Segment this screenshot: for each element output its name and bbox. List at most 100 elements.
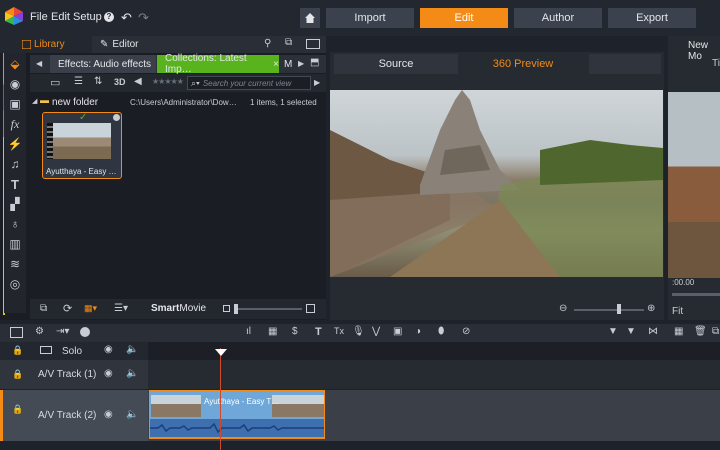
lock-icon[interactable]: 🔒 <box>12 345 23 356</box>
zoom-slider-handle[interactable] <box>617 304 621 314</box>
speaker-icon[interactable]: 🔈 <box>126 344 138 355</box>
close-tab-icon[interactable]: × <box>273 59 279 70</box>
tab-audio-effects[interactable]: Effects: Audio effects <box>50 55 156 73</box>
smartmovie-button[interactable]: SmartMovie <box>151 303 206 314</box>
grid-icon[interactable]: ▦ <box>674 326 683 337</box>
grid-view-icon[interactable]: ▦▾ <box>84 303 97 314</box>
folder-name[interactable]: new folder <box>52 97 98 108</box>
menu-edit[interactable]: Edit <box>51 11 70 23</box>
search-input[interactable]: ⌕▾ Search your current view <box>187 76 311 90</box>
mode-import-button[interactable]: Import <box>326 8 414 28</box>
add-tab-icon[interactable]: ⬒ <box>310 57 319 68</box>
zoom-in-icon[interactable]: ⊕ <box>647 303 655 314</box>
tab-360-preview[interactable]: 360 Preview <box>461 54 585 74</box>
audio-wave-icon[interactable]: ≋ <box>8 257 22 271</box>
mode-edit-button[interactable]: Edit <box>420 8 508 28</box>
tab-collections[interactable]: Collections: Latest Imp… × <box>157 53 279 75</box>
tab-source[interactable]: Source <box>334 54 458 74</box>
track-2-name[interactable]: A/V Track (2) <box>38 410 96 421</box>
record-icon[interactable] <box>80 327 90 337</box>
magnet-icon[interactable]: ⚙ <box>35 326 44 337</box>
tab-editor[interactable]: ✎ Editor <box>100 36 180 53</box>
zoom-out-icon[interactable]: ⊖ <box>559 303 567 314</box>
refresh-icon[interactable]: ⟳ <box>63 302 72 315</box>
thumbnail-size-slider[interactable] <box>234 308 302 310</box>
search-go-icon[interactable]: ▶ <box>314 78 320 87</box>
tab-blank[interactable] <box>589 54 661 74</box>
delete-icon[interactable]: 🗑 <box>694 326 707 337</box>
list-view-icon[interactable]: ☰ <box>74 76 83 87</box>
media-icon[interactable]: ▣ <box>8 97 22 111</box>
transitions-icon[interactable]: ⚡ <box>8 137 23 151</box>
marker-left-icon[interactable]: ▼ <box>608 326 618 337</box>
mode-author-button[interactable]: Author <box>514 8 602 28</box>
title-icon[interactable]: T <box>8 177 22 192</box>
fit-dropdown[interactable]: Fit <box>672 306 683 317</box>
view-3d-toggle[interactable]: 3D <box>114 77 126 87</box>
visibility-icon[interactable]: ◉ <box>104 409 113 420</box>
piano-icon[interactable]: ▥ <box>8 237 22 251</box>
mode-export-button[interactable]: Export <box>608 8 696 28</box>
color-icon[interactable]: ◑ <box>415 326 421 337</box>
slider-handle[interactable] <box>234 304 238 314</box>
lock-icon[interactable]: 🔒 <box>12 369 23 380</box>
marker-right-icon[interactable]: ▼ <box>626 326 636 337</box>
timeline-settings-icon[interactable] <box>10 327 23 338</box>
sound-effects-icon[interactable]: ♁ <box>8 217 22 231</box>
collections-icon[interactable]: ◉ <box>8 77 22 91</box>
speaker-icon[interactable]: 🔈 <box>126 409 138 420</box>
track-1-name[interactable]: A/V Track (1) <box>38 369 96 380</box>
layout-icon[interactable] <box>306 39 320 49</box>
thumb-size-large-icon[interactable] <box>306 304 315 313</box>
snap-icon[interactable]: ⋈ <box>648 326 658 337</box>
project-bin-icon[interactable]: ⬙ <box>8 57 22 71</box>
playhead-handle[interactable] <box>215 349 227 356</box>
tag-icon[interactable]: ◀ <box>134 76 142 87</box>
fx-icon[interactable]: fx <box>8 117 22 131</box>
info-icon[interactable] <box>113 114 120 121</box>
copy-icon[interactable]: ⧉ <box>40 303 47 314</box>
video-preview[interactable] <box>330 90 663 277</box>
crossfade-icon[interactable]: ⋁ <box>372 326 380 337</box>
speaker-icon[interactable]: 🔈 <box>126 368 138 379</box>
split-icon[interactable]: $ <box>292 326 298 337</box>
folder-icon[interactable]: ▭ <box>50 76 60 89</box>
duplicate-icon[interactable]: ⧉ <box>285 37 292 48</box>
more-icon[interactable]: ⧉ <box>712 326 719 337</box>
subtitle-icon[interactable]: ▦ <box>268 326 277 337</box>
edit-mode-icon[interactable]: ⇥▾ <box>56 326 69 337</box>
menu-file[interactable]: File <box>30 11 48 23</box>
media-thumbnail[interactable]: ✓ Ayutthaya - Easy … <box>42 112 122 179</box>
help-icon[interactable]: ? <box>104 12 114 22</box>
expand-arrow-icon[interactable]: ◢ <box>32 97 37 105</box>
playhead[interactable] <box>220 348 221 450</box>
mask-icon[interactable]: ⬮ <box>438 326 444 337</box>
text-tool-icon[interactable]: Tx <box>334 326 344 336</box>
visibility-icon[interactable]: ◉ <box>104 368 113 379</box>
visibility-icon[interactable]: ◉ <box>104 344 113 355</box>
timeline-clip[interactable]: Ayutthaya - Easy T… <box>149 390 325 439</box>
title-tool-icon[interactable]: T <box>315 326 322 338</box>
zoom-slider[interactable] <box>574 309 644 311</box>
redo-icon[interactable]: ↷ <box>138 10 149 26</box>
montage-icon[interactable]: ▞ <box>8 197 22 211</box>
audio-mixer-icon[interactable]: ıl <box>246 326 251 337</box>
link-icon[interactable]: ⊘ <box>462 326 470 337</box>
menu-icon[interactable]: ☰▾ <box>114 303 128 314</box>
lock-icon[interactable]: 🔒 <box>12 404 23 415</box>
pin-icon[interactable]: ⚲ <box>264 38 271 49</box>
right-preview[interactable] <box>668 92 720 278</box>
menu-setup[interactable]: Setup <box>73 11 102 23</box>
tab-scroll-right-icon[interactable]: ▶ <box>298 59 304 68</box>
music-icon[interactable]: ♫ <box>8 157 22 171</box>
home-button[interactable] <box>300 8 320 28</box>
voiceover-icon[interactable]: 🎙 <box>352 326 365 337</box>
storyboard-icon[interactable]: ▣ <box>393 326 402 337</box>
tab-scroll-left-icon[interactable]: ◀ <box>36 59 42 68</box>
tab-library[interactable]: Library <box>0 36 92 53</box>
scrub-bar[interactable] <box>672 293 720 296</box>
rating-filter[interactable]: ★★★★★ <box>152 77 184 86</box>
tab-more[interactable]: M <box>280 55 298 73</box>
disc-icon[interactable]: ◎ <box>8 277 22 291</box>
undo-icon[interactable]: ↶ <box>121 10 132 26</box>
